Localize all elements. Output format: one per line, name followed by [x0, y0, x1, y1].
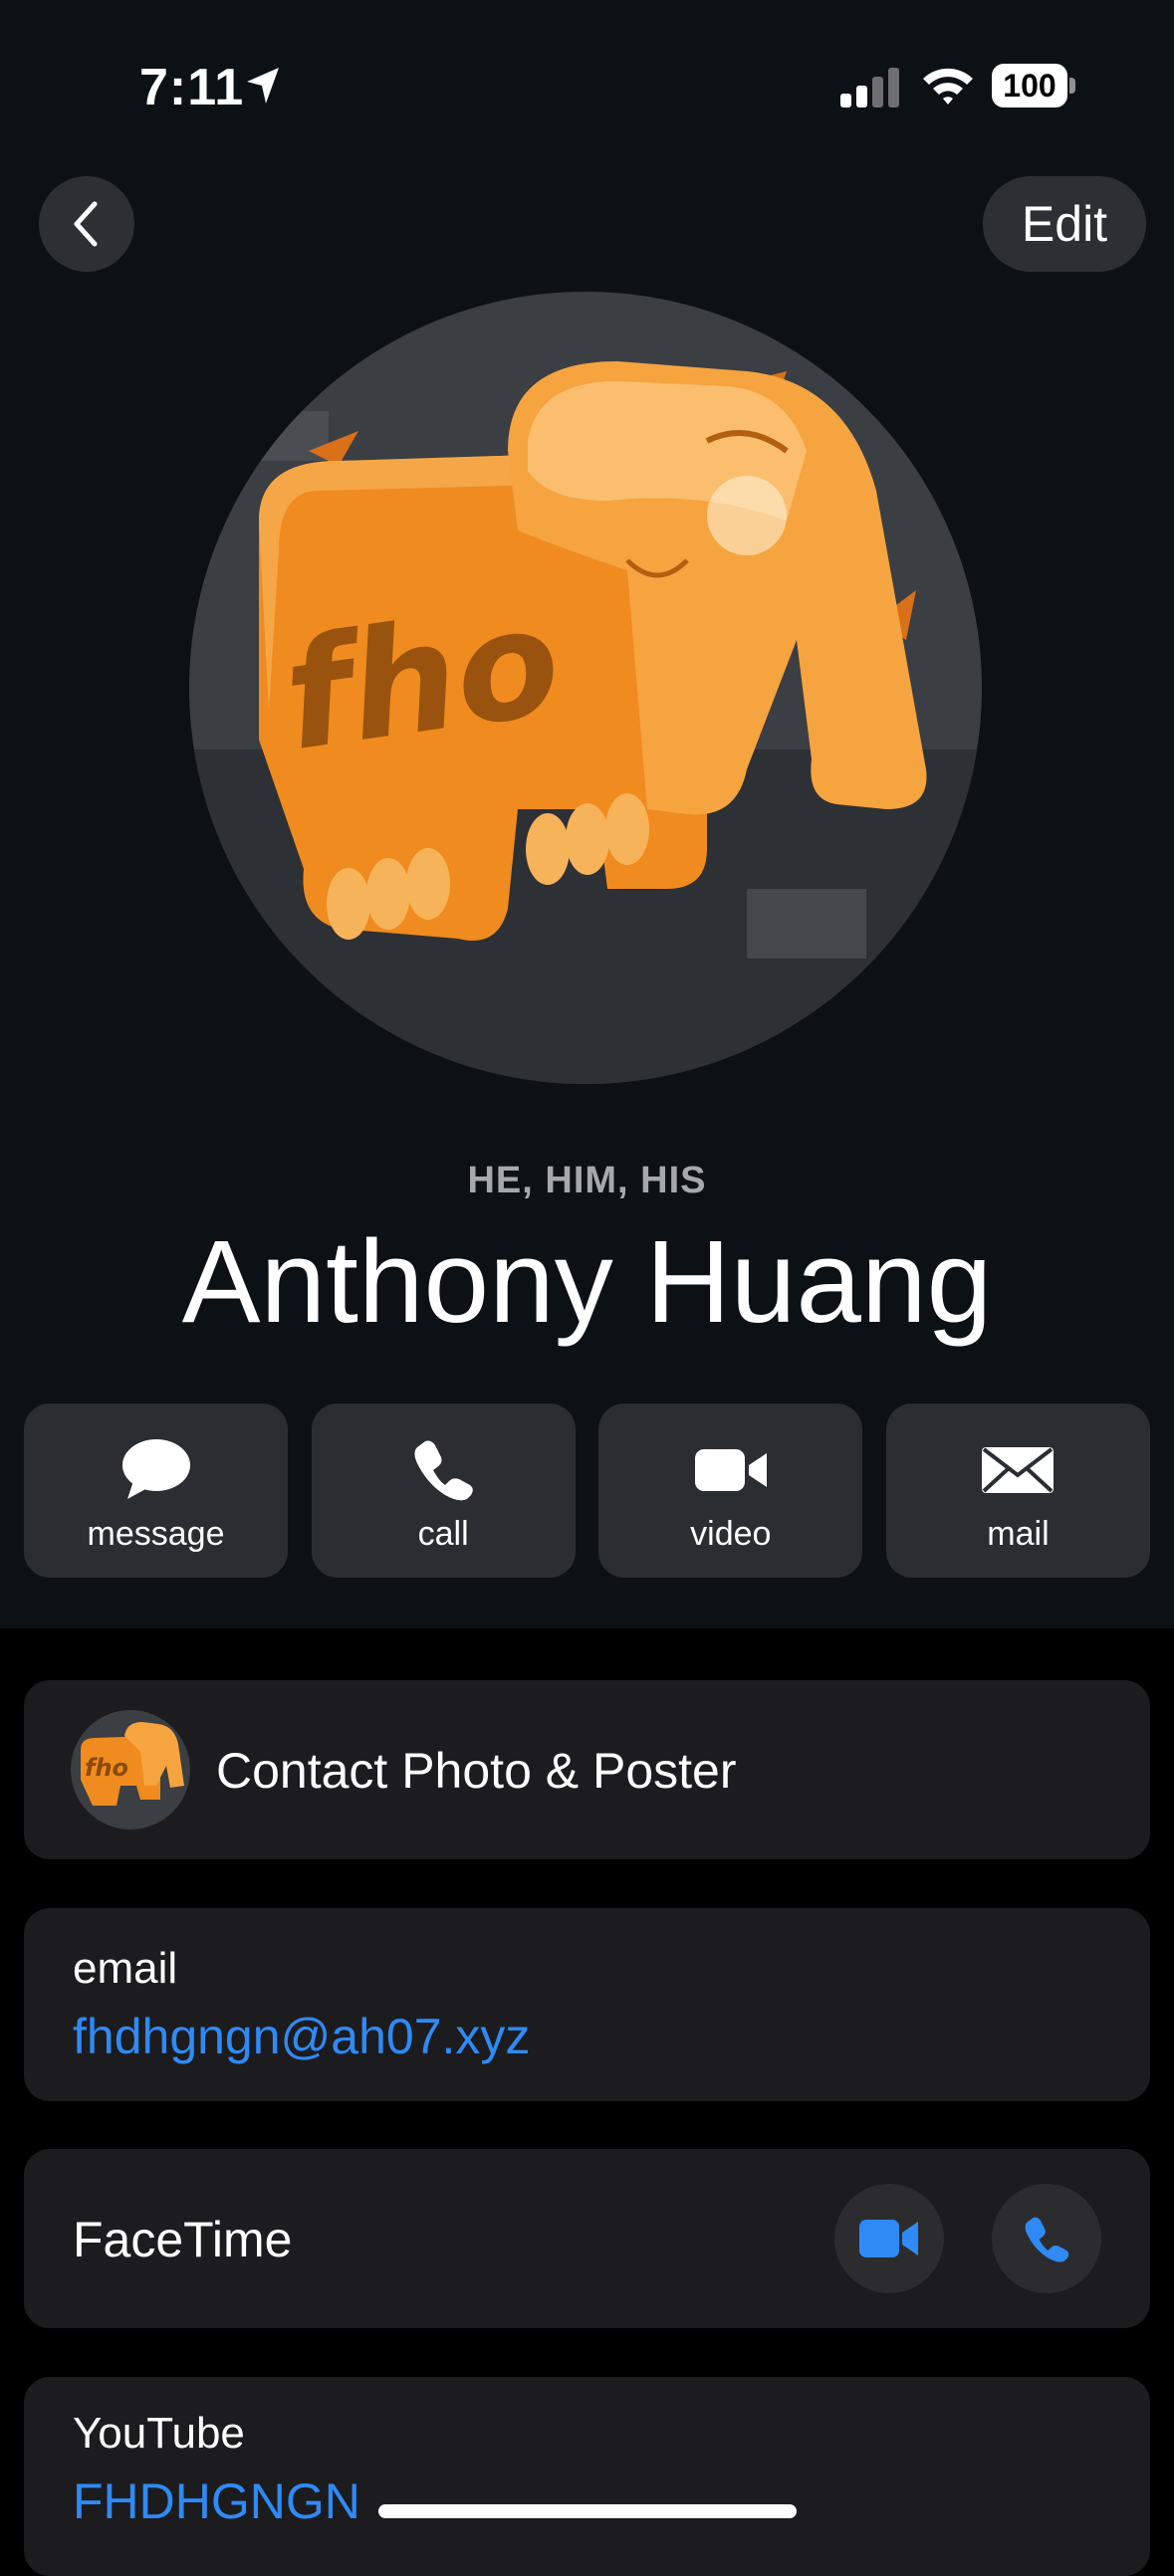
envelope-icon	[982, 1447, 1055, 1493]
battery-nub	[1069, 78, 1075, 94]
status-time: 7:11	[139, 59, 245, 116]
youtube-row[interactable]: YouTube FHDHGNGN	[24, 2377, 1150, 2576]
back-button[interactable]	[39, 176, 134, 272]
message-button[interactable]: message	[24, 1403, 288, 1578]
phone-icon	[414, 1440, 473, 1501]
video-button[interactable]: video	[598, 1403, 863, 1578]
video-label: video	[690, 1515, 772, 1553]
chevron-left-icon	[74, 201, 98, 247]
contact-photo-poster-row[interactable]: fho Contact Photo & Poster	[24, 1680, 1150, 1859]
email-value[interactable]: fhdhgngn@ah07.xyz	[73, 2008, 530, 2065]
facetime-video-button[interactable]	[834, 2184, 944, 2293]
battery-indicator: 100	[992, 64, 1075, 107]
call-button[interactable]: call	[311, 1403, 576, 1578]
elephant-logo-image: fho	[189, 292, 982, 1084]
email-row[interactable]: email fhdhgngn@ah07.xyz	[24, 1908, 1150, 2101]
facetime-audio-button[interactable]	[992, 2184, 1101, 2293]
youtube-value[interactable]: FHDHGNGN	[73, 2472, 360, 2530]
contact-name: Anthony Huang	[181, 1216, 993, 1348]
email-label: email	[73, 1944, 178, 1993]
video-camera-icon	[859, 2220, 918, 2257]
cellular-signal-icon	[840, 68, 899, 107]
contact-avatar: fho	[189, 292, 982, 1084]
message-label: message	[87, 1515, 225, 1553]
message-bubble-icon	[121, 1439, 190, 1499]
contact-pronouns: HE, HIM, HIS	[467, 1160, 707, 1201]
call-label: call	[417, 1515, 469, 1553]
phone-icon	[1025, 2217, 1069, 2262]
battery-level: 100	[992, 64, 1067, 107]
mail-label: mail	[987, 1515, 1050, 1553]
location-arrow-icon	[247, 68, 279, 104]
mail-button[interactable]: mail	[885, 1403, 1150, 1578]
facetime-label: FaceTime	[73, 2212, 293, 2267]
edit-button[interactable]: Edit	[983, 176, 1146, 272]
quick-actions: message call video mail	[24, 1403, 1150, 1578]
youtube-label: YouTube	[73, 2409, 245, 2458]
video-camera-icon	[694, 1449, 767, 1491]
facetime-row: FaceTime	[24, 2149, 1150, 2328]
home-indicator[interactable]	[378, 2504, 797, 2518]
wifi-icon	[923, 68, 973, 105]
contact-header: 7:11 100 Edit fho HE, HIM, HIS Anthony H…	[0, 0, 1174, 1628]
contact-photo-thumbnail: fho	[71, 1710, 190, 1829]
svg-text:fho: fho	[85, 1754, 128, 1782]
contact-photo-poster-label: Contact Photo & Poster	[216, 1743, 737, 1799]
